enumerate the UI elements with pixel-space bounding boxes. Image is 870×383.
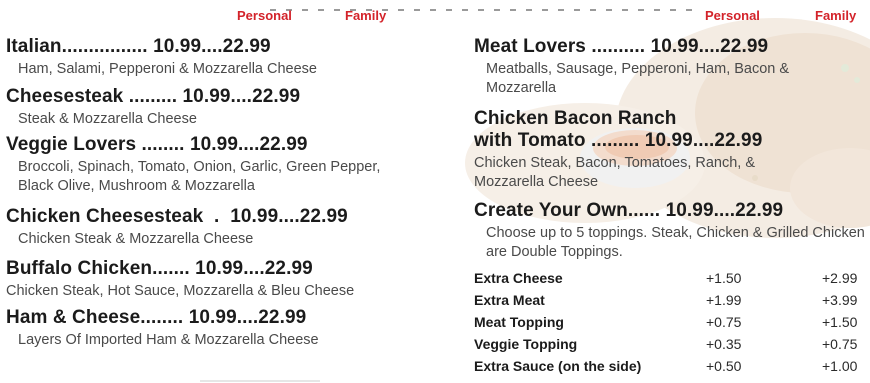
- extra-family-price: +1.00: [822, 358, 858, 374]
- menu-item-line: Buffalo Chicken....... 10.99....22.99: [6, 258, 354, 280]
- extra-name: Meat Topping: [474, 314, 564, 330]
- menu-item-title: Chicken Bacon Ranch: [474, 108, 677, 129]
- menu-item-veggie-lovers: Veggie Lovers ........ 10.99....22.99 Br…: [6, 134, 426, 196]
- dot-leader: .........: [128, 86, 178, 107]
- menu-item-ham-and-cheese: Ham & Cheese........ 10.99....22.99 Laye…: [6, 307, 319, 350]
- personal-price: 10.99: [188, 307, 237, 328]
- menu-item-name: Veggie Lovers: [6, 134, 137, 155]
- dot-leader: ..........: [591, 36, 646, 57]
- family-price: 22.99: [264, 258, 313, 279]
- menu-item-name: with Tomato: [474, 130, 586, 151]
- family-price: 22.99: [258, 307, 307, 328]
- menu-item-meat-lovers: Meat Lovers .......... 10.99....22.99 Me…: [474, 36, 870, 98]
- extra-personal-price: +1.99: [706, 292, 742, 308]
- dot-leader: ....: [278, 206, 300, 227]
- personal-price: 10.99: [230, 206, 279, 227]
- dot-leader: ....: [692, 130, 715, 151]
- menu-item-description: Chicken Steak, Bacon, Tomatoes, Ranch, &…: [474, 155, 756, 190]
- menu-item-name: Chicken Cheesesteak: [6, 206, 204, 227]
- extra-personal-price: +0.75: [706, 314, 742, 330]
- menu-item-line: Italian................ 10.99....22.99: [6, 36, 317, 58]
- extra-family-price: +2.99: [822, 270, 858, 286]
- dot-leader: ........: [141, 134, 185, 155]
- menu-item-line: Create Your Own...... 10.99....22.99: [474, 200, 870, 222]
- menu-item-name: Buffalo Chicken: [6, 258, 153, 279]
- extra-name: Veggie Topping: [474, 336, 578, 352]
- menu-item-line: Cheesesteak ......... 10.99....22.99: [6, 86, 300, 108]
- extra-personal-price: +1.50: [706, 270, 742, 286]
- family-price: 22.99: [222, 36, 271, 57]
- menu-item-line: Chicken Cheesesteak . 10.99....22.99: [6, 206, 348, 228]
- left-personal-header: Personal: [237, 8, 292, 23]
- menu-item-line: with Tomato ......... 10.99....22.99: [474, 130, 870, 152]
- bottom-divider: [200, 380, 320, 382]
- family-price: 22.99: [259, 134, 308, 155]
- personal-price: 10.99: [182, 86, 231, 107]
- menu-item-description: Chicken Steak, Hot Sauce, Mozzarella & B…: [6, 283, 355, 299]
- menu-item-description: Steak & Mozzarella Cheese: [18, 111, 197, 127]
- personal-price: 10.99: [153, 36, 202, 57]
- personal-price: 10.99: [665, 200, 714, 221]
- menu-item-description: Choose up to 5 toppings. Steak, Chicken …: [486, 225, 865, 260]
- dot-leader: ......: [627, 200, 661, 221]
- dot-leader: ....: [236, 307, 259, 328]
- top-border-strip: [0, 0, 870, 13]
- menu-item-cheesesteak: Cheesesteak ......... 10.99....22.99 Ste…: [6, 86, 300, 129]
- dot-leader: ....: [243, 258, 265, 279]
- dot-leader: ....: [698, 36, 721, 57]
- menu-item-buffalo-chicken: Buffalo Chicken....... 10.99....22.99 Ch…: [6, 258, 354, 301]
- dot-leader: ....: [238, 134, 260, 155]
- extra-name: Extra Meat: [474, 292, 545, 308]
- personal-price: 10.99: [195, 258, 244, 279]
- extra-name: Extra Cheese: [474, 270, 563, 286]
- personal-price: 10.99: [189, 134, 238, 155]
- extra-personal-price: +0.50: [706, 358, 742, 374]
- menu-item-line: Veggie Lovers ........ 10.99....22.99: [6, 134, 426, 156]
- family-price: 22.99: [714, 130, 763, 151]
- extra-name: Extra Sauce (on the side): [474, 358, 642, 374]
- family-price: 22.99: [299, 206, 348, 227]
- personal-price: 10.99: [644, 130, 693, 151]
- dot-leader: .: [214, 206, 220, 227]
- extra-family-price: +0.75: [822, 336, 858, 352]
- menu-item-line: Ham & Cheese........ 10.99....22.99: [6, 307, 319, 329]
- dot-leader: ........: [140, 307, 184, 328]
- menu-item-name: Ham & Cheese: [6, 307, 141, 328]
- menu-item-description: Chicken Steak & Mozzarella Cheese: [18, 231, 254, 247]
- extra-family-price: +1.50: [822, 314, 858, 330]
- dot-leader: .......: [152, 258, 190, 279]
- family-price: 22.99: [720, 36, 769, 57]
- menu-item-name: Create Your Own: [474, 200, 628, 221]
- dot-leader: ................: [61, 36, 148, 57]
- family-price: 22.99: [735, 200, 784, 221]
- menu-item-name: Italian: [6, 36, 62, 57]
- personal-price: 10.99: [650, 36, 699, 57]
- menu-item-name: Meat Lovers: [474, 36, 586, 57]
- extra-family-price: +3.99: [822, 292, 858, 308]
- menu-item-description: Ham, Salami, Pepperoni & Mozzarella Chee…: [18, 61, 317, 77]
- right-personal-header: Personal: [705, 8, 760, 23]
- menu-item-chicken-cheesesteak: Chicken Cheesesteak . 10.99....22.99 Chi…: [6, 206, 348, 249]
- menu-item-name: Cheesesteak: [6, 86, 124, 107]
- dot-leader: .........: [590, 130, 640, 151]
- dot-leader: ....: [713, 200, 736, 221]
- family-price: 22.99: [252, 86, 301, 107]
- dot-leader: ....: [230, 86, 253, 107]
- menu-item-description: Broccoli, Spinach, Tomato, Onion, Garlic…: [18, 159, 381, 194]
- menu-item-chicken-bacon-ranch: Chicken Bacon Ranch with Tomato ........…: [474, 108, 870, 192]
- menu-item-description: Layers Of Imported Ham & Mozzarella Chee…: [18, 332, 319, 348]
- left-family-header: Family: [345, 8, 387, 23]
- menu-item-description: Meatballs, Sausage, Pepperoni, Ham, Baco…: [486, 61, 790, 96]
- right-family-header: Family: [815, 8, 857, 23]
- menu-item-line: Meat Lovers .......... 10.99....22.99: [474, 36, 870, 58]
- menu-item-italian: Italian................ 10.99....22.99 H…: [6, 36, 317, 79]
- extra-personal-price: +0.35: [706, 336, 742, 352]
- menu-item-create-your-own: Create Your Own...... 10.99....22.99 Cho…: [474, 200, 870, 262]
- dot-leader: ....: [201, 36, 223, 57]
